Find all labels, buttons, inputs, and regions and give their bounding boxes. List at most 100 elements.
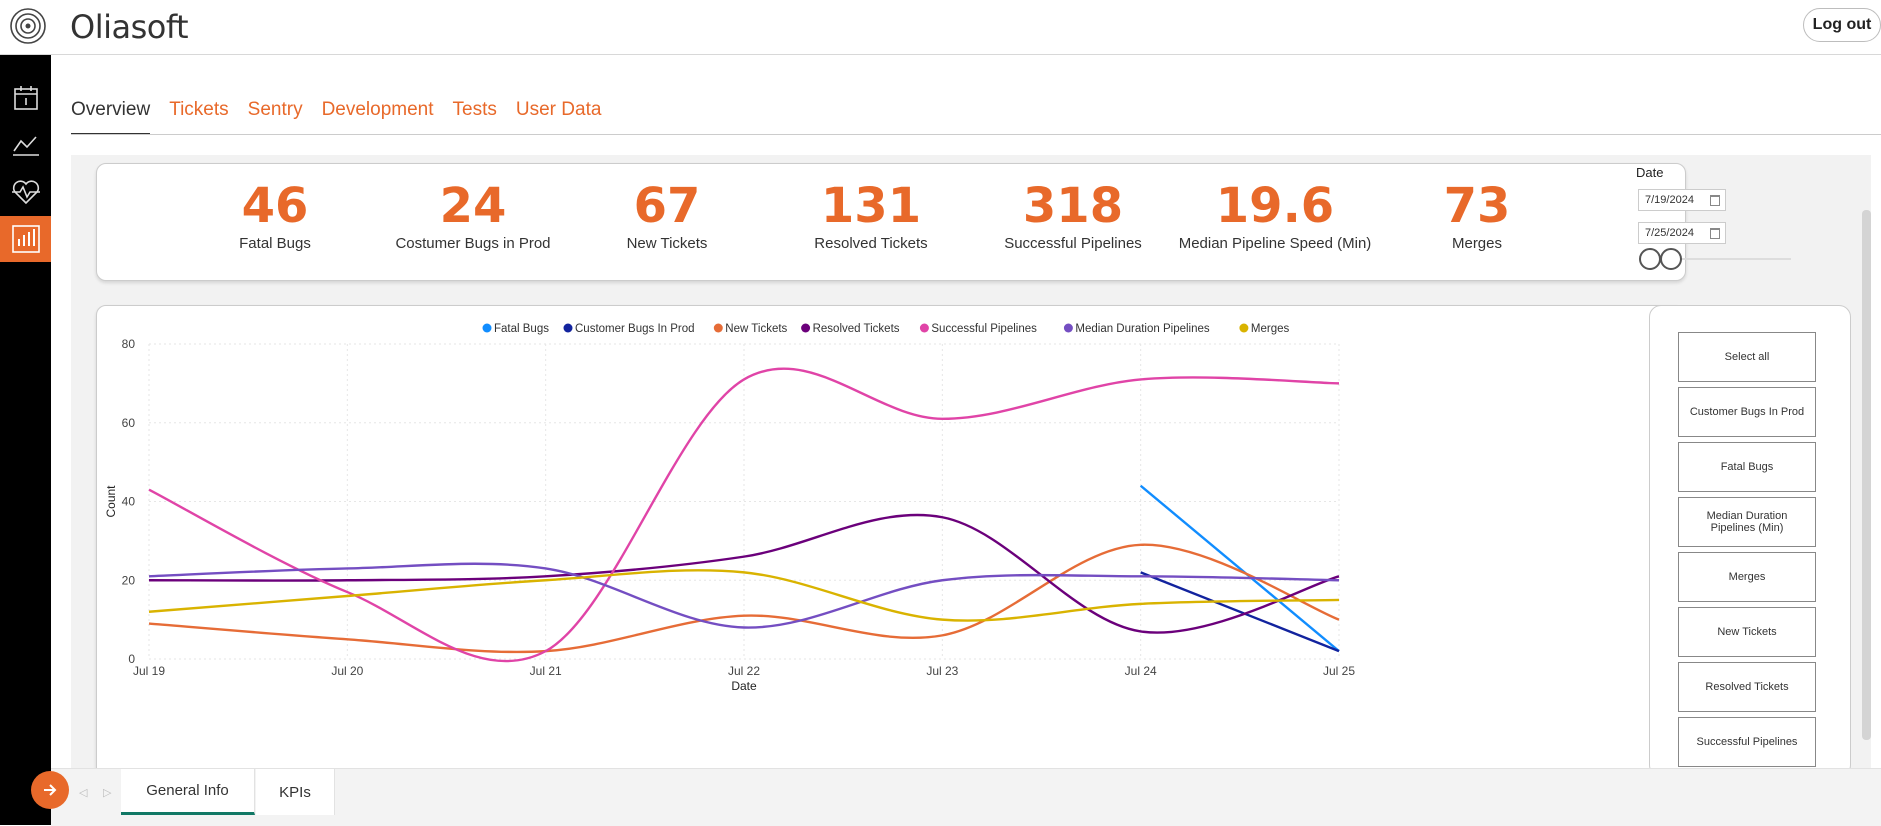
- legend-marker: [1063, 323, 1073, 333]
- kpi-label: Median Pipeline Speed (Min): [1178, 235, 1372, 252]
- legend-label: Successful Pipelines: [931, 323, 1037, 335]
- kpi-label: Merges: [1451, 235, 1503, 252]
- kpi-value: 131: [820, 178, 922, 234]
- legend-marker: [713, 323, 723, 333]
- series-line-fatal-bugs: [1139, 484, 1340, 653]
- slider-end-handle[interactable]: [1660, 248, 1682, 270]
- tab-development[interactable]: Development: [322, 99, 434, 135]
- kpi-value: 73: [1443, 178, 1511, 234]
- kpi-label: Costumer Bugs in Prod: [395, 235, 551, 252]
- end-date-input[interactable]: 7/25/2024: [1638, 222, 1726, 244]
- vertical-scrollbar[interactable]: [1862, 210, 1871, 740]
- y-axis-title: Count: [104, 485, 118, 518]
- page-navigation-bar: ◁ ▷ General Info KPIs: [51, 768, 1881, 826]
- sidebar-item-health[interactable]: [0, 169, 51, 215]
- calendar-icon[interactable]: [1710, 195, 1720, 206]
- tab-overview[interactable]: Overview: [71, 99, 151, 135]
- report-canvas: 46 Fatal Bugs 24 Costumer Bugs in Prod 6…: [71, 155, 1871, 787]
- date-filter-label: Date: [1636, 165, 1664, 180]
- sidebar: [0, 55, 51, 825]
- kpi-value: 67: [633, 178, 701, 234]
- tab-divider: [71, 134, 1881, 135]
- calendar-icon: [13, 86, 38, 110]
- previous-page-icon[interactable]: ◁: [79, 786, 87, 799]
- kpi-new-tickets: 67 New Tickets: [627, 178, 708, 252]
- calendar-icon[interactable]: [1710, 228, 1720, 239]
- tab-tickets[interactable]: Tickets: [169, 99, 228, 135]
- kpi-value: 19.6: [1215, 178, 1335, 234]
- legend-item-new-tickets[interactable]: New Tickets: [713, 323, 788, 335]
- kpi-median-pipeline-speed: 19.6 Median Pipeline Speed (Min): [1179, 178, 1372, 252]
- kpi-value: 46: [241, 178, 309, 234]
- slicer-median-duration[interactable]: Median Duration Pipelines (Min): [1678, 497, 1816, 547]
- slider-start-handle[interactable]: [1639, 248, 1661, 270]
- kpi-value: 318: [1022, 178, 1124, 234]
- kpi-resolved-tickets: 131 Resolved Tickets: [814, 178, 927, 252]
- kpi-fatal-bugs: 46 Fatal Bugs: [239, 178, 311, 252]
- legend-label: New Tickets: [725, 323, 787, 335]
- x-tick-label: Jul 19: [133, 664, 165, 678]
- slicer-resolved-tickets[interactable]: Resolved Tickets: [1678, 662, 1816, 712]
- sidebar-item-reports[interactable]: [0, 216, 51, 262]
- tab-user-data[interactable]: User Data: [516, 99, 602, 135]
- line-chart-icon: [12, 136, 39, 156]
- tab-tests[interactable]: Tests: [453, 99, 497, 135]
- arrow-right-icon: [44, 784, 57, 796]
- kpi-merges: 73 Merges: [1444, 178, 1511, 252]
- kpi-card: 46 Fatal Bugs 24 Costumer Bugs in Prod 6…: [96, 163, 1686, 281]
- slicer-select-all[interactable]: Select all: [1678, 332, 1816, 382]
- legend-marker: [801, 323, 811, 333]
- app-header: Oliasoft Log out: [0, 0, 1881, 55]
- legend-item-median-duration-pipelines[interactable]: Median Duration Pipelines: [1063, 323, 1210, 335]
- page-tab-kpis[interactable]: KPIs: [256, 769, 335, 815]
- logout-button[interactable]: Log out: [1803, 8, 1881, 42]
- start-date-value: 7/19/2024: [1645, 194, 1694, 206]
- legend-item-successful-pipelines[interactable]: Successful Pipelines: [919, 323, 1037, 335]
- x-axis-title: Date: [731, 679, 757, 693]
- slicer-new-tickets[interactable]: New Tickets: [1678, 607, 1816, 657]
- sidebar-item-calendar[interactable]: [0, 75, 51, 121]
- legend-item-resolved-tickets[interactable]: Resolved Tickets: [801, 323, 900, 335]
- kpi-label: New Tickets: [626, 235, 708, 252]
- brand-name: Oliasoft: [70, 8, 189, 46]
- x-tick-label: Jul 20: [331, 664, 363, 678]
- slicer-fatal-bugs[interactable]: Fatal Bugs: [1678, 442, 1816, 492]
- x-tick-label: Jul 21: [530, 664, 562, 678]
- page-tab-general-info[interactable]: General Info: [121, 769, 255, 815]
- x-tick-label: Jul 24: [1125, 664, 1157, 678]
- heartbeat-icon: [11, 180, 40, 205]
- legend-item-customer-bugs-in-prod[interactable]: Customer Bugs In Prod: [563, 323, 695, 335]
- sidebar-item-trends[interactable]: [0, 122, 51, 168]
- start-date-input[interactable]: 7/19/2024: [1638, 189, 1726, 211]
- legend-marker: [919, 323, 929, 333]
- metric-slicer: Select all Customer Bugs In Prod Fatal B…: [1649, 305, 1851, 777]
- legend-marker: [482, 323, 492, 333]
- expand-arrow-button[interactable]: [31, 771, 69, 809]
- y-tick-label: 60: [122, 416, 136, 430]
- kpi-label: Resolved Tickets: [814, 235, 928, 252]
- y-tick-label: 20: [122, 573, 136, 587]
- kpi-value: 24: [439, 178, 507, 234]
- legend-marker: [1239, 323, 1249, 333]
- legend-label: Customer Bugs In Prod: [575, 323, 695, 335]
- legend-label: Resolved Tickets: [813, 323, 900, 335]
- end-date-value: 7/25/2024: [1645, 227, 1694, 239]
- legend-label: Median Duration Pipelines: [1075, 323, 1209, 335]
- series-line-customer-bugs-in-prod: [1140, 571, 1340, 653]
- kpi-label: Successful Pipelines: [1004, 235, 1142, 252]
- tab-bar: Overview Tickets Sentry Development Test…: [71, 99, 601, 135]
- legend-marker: [563, 323, 573, 333]
- legend-item-fatal-bugs[interactable]: Fatal Bugs: [482, 323, 550, 335]
- legend-label: Fatal Bugs: [494, 323, 549, 335]
- slicer-successful-pipelines[interactable]: Successful Pipelines: [1678, 717, 1816, 767]
- bar-chart-icon: [11, 225, 40, 253]
- tab-sentry[interactable]: Sentry: [248, 99, 303, 135]
- line-chart[interactable]: 020406080Jul 19 Jul 20 Jul 21 Jul 22 Jul 23 J…: [97, 306, 1685, 786]
- slicer-merges[interactable]: Merges: [1678, 552, 1816, 602]
- x-tick-label: Jul 25: [1323, 664, 1355, 678]
- legend-item-merges[interactable]: Merges: [1239, 323, 1289, 335]
- y-tick-label: 40: [122, 495, 136, 509]
- main-content: Overview Tickets Sentry Development Test…: [51, 55, 1881, 826]
- next-page-icon[interactable]: ▷: [103, 786, 111, 799]
- slicer-customer-bugs[interactable]: Customer Bugs In Prod: [1678, 387, 1816, 437]
